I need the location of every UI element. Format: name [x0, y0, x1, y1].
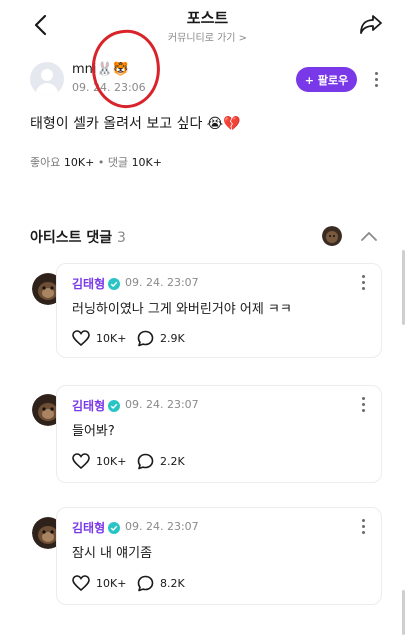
artist-avatar-small — [322, 226, 342, 246]
comment-text: 러닝하이였나 그게 와버린거야 어제 ㅋㅋ — [72, 302, 292, 317]
chevron-up-icon[interactable] — [360, 229, 378, 243]
page-title: 포스트 — [186, 9, 229, 27]
more-vertical-icon[interactable] — [361, 519, 365, 535]
heart-icon — [72, 330, 90, 346]
verified-badge-icon — [108, 521, 121, 534]
heart-icon — [72, 453, 90, 469]
comment-card: 김태형 09. 24. 23:07 잠시 내 얘기좀 10K+ 8.2K — [56, 507, 382, 605]
comment-author[interactable]: 김태형 — [72, 519, 121, 536]
like-count: 10K+ — [96, 576, 127, 590]
comment-bubble-icon — [137, 453, 154, 470]
comment-author[interactable]: 김태형 — [72, 275, 121, 292]
reply-button[interactable]: 2.2K — [137, 453, 185, 470]
scrollbar[interactable] — [402, 250, 405, 325]
share-icon[interactable] — [358, 12, 384, 36]
follow-button[interactable]: + 팔로우 — [296, 67, 357, 92]
reply-count: 8.2K — [160, 577, 185, 590]
reply-button[interactable]: 2.9K — [137, 330, 185, 347]
likes-count: 10K+ — [63, 156, 95, 169]
artist-comments-title: 아티스트 댓글 — [30, 230, 113, 246]
reply-count: 2.2K — [160, 455, 185, 468]
like-button[interactable]: 10K+ — [72, 575, 126, 591]
artist-comments-count: 3 — [117, 230, 126, 246]
more-vertical-icon[interactable] — [361, 397, 365, 413]
post-body: 태형이 셀카 올려서 보고 싶다 😭💔 — [30, 116, 241, 132]
comment-text: 잠시 내 얘기좀 — [72, 546, 153, 561]
reply-button[interactable]: 8.2K — [137, 575, 185, 592]
comment-author-name: 김태형 — [72, 277, 106, 291]
stats-separator: • — [97, 156, 105, 169]
top-bar: 포스트 커뮤니티로 가기 > — [0, 0, 415, 50]
comment-card: 김태형 09. 24. 23:07 러닝하이였나 그게 와버린거야 어제 ㅋㅋ … — [56, 263, 382, 358]
comment-bubble-icon — [137, 330, 154, 347]
post-author-row: mni🐰🐯 09. 24. 23:06 + 팔로우 — [30, 60, 390, 100]
comments-count: 10K+ — [131, 156, 162, 169]
like-count: 10K+ — [96, 454, 127, 468]
more-vertical-icon[interactable] — [374, 72, 378, 88]
comment-time: 09. 24. 23:07 — [125, 398, 199, 411]
reply-count: 2.9K — [160, 332, 185, 345]
post-stats: 좋아요 10K+ • 댓글 10K+ — [30, 154, 162, 170]
comment-author-name: 김태형 — [72, 399, 106, 413]
verified-badge-icon — [108, 399, 121, 412]
author-avatar[interactable] — [30, 62, 64, 96]
likes-label: 좋아요 — [30, 156, 61, 169]
comment-time: 09. 24. 23:07 — [125, 276, 199, 289]
comment-author[interactable]: 김태형 — [72, 397, 121, 414]
heart-icon — [72, 575, 90, 591]
comment-time: 09. 24. 23:07 — [125, 520, 199, 533]
comment-card: 김태형 09. 24. 23:07 들어봐? 10K+ 2.2K — [56, 385, 382, 483]
like-button[interactable]: 10K+ — [72, 330, 126, 346]
verified-badge-icon — [108, 277, 121, 290]
like-button[interactable]: 10K+ — [72, 453, 126, 469]
comments-label: 댓글 — [107, 156, 129, 169]
more-vertical-icon[interactable] — [361, 275, 365, 291]
community-link[interactable]: 커뮤니티로 가기 > — [0, 29, 415, 44]
comment-author-name: 김태형 — [72, 521, 106, 535]
comment-bubble-icon — [137, 575, 154, 592]
like-count: 10K+ — [96, 331, 127, 345]
artist-comments-header: 아티스트 댓글 3 — [30, 227, 126, 247]
scrollbar[interactable] — [402, 590, 405, 635]
comment-text: 들어봐? — [72, 424, 115, 439]
